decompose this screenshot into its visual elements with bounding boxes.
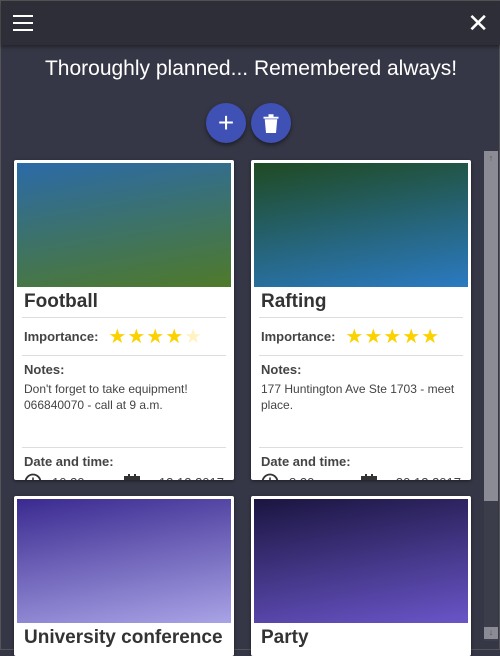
star-icon[interactable]: ★ [146, 326, 165, 348]
add-button[interactable]: + [206, 103, 246, 143]
star-icon[interactable]: ★ [421, 326, 440, 348]
event-title: Football [24, 291, 98, 312]
importance-label: Importance: [261, 329, 336, 344]
rating-stars[interactable]: ★★★★★ [108, 324, 203, 349]
notes-text: 177 Huntington Ave Ste 1703 - meet place… [261, 382, 455, 412]
menu-icon[interactable] [13, 15, 33, 31]
page-title: Thoroughly planned... Remembered always! [44, 57, 458, 80]
star-icon[interactable]: ★ [184, 326, 203, 348]
star-icon[interactable]: ★ [127, 326, 146, 348]
star-icon[interactable]: ★ [402, 326, 421, 348]
event-time: 10:30 [52, 475, 124, 481]
event-image [17, 163, 231, 287]
delete-button[interactable] [251, 103, 291, 143]
calendar-icon [361, 473, 377, 480]
event-date: 12.12.2017 [159, 475, 224, 481]
notes-text: Don't forget to take equipment! 06684007… [24, 382, 188, 412]
scroll-down-icon[interactable]: ↓ [484, 627, 498, 639]
datetime-label: Date and time: [261, 454, 351, 469]
star-icon[interactable]: ★ [383, 326, 402, 348]
event-card[interactable]: Football Importance: ★★★★★ Notes: Don't for… [14, 160, 234, 480]
event-title: Rafting [261, 291, 327, 312]
top-bar: ✕ [1, 1, 500, 45]
scrollbar[interactable]: ↑ ↓ [484, 151, 498, 641]
notes-label: Notes: [261, 362, 302, 377]
event-image [254, 163, 468, 287]
clock-icon [24, 473, 42, 480]
event-image [254, 499, 468, 623]
star-icon[interactable]: ★ [345, 326, 364, 348]
plus-icon: + [217, 107, 235, 138]
event-card[interactable]: Rafting Importance: ★★★★★ Notes: 177 Huntin… [251, 160, 471, 480]
notes-label: Notes: [24, 362, 65, 377]
datetime-label: Date and time: [24, 454, 114, 469]
event-time: 8:20 [289, 475, 361, 481]
star-icon[interactable]: ★ [165, 326, 184, 348]
importance-label: Importance: [24, 329, 99, 344]
event-date: 30.12.2017 [396, 475, 461, 481]
rating-stars[interactable]: ★★★★★ [345, 324, 440, 349]
clock-icon [261, 473, 279, 480]
event-card[interactable]: University conference [14, 496, 234, 656]
event-image [17, 499, 231, 623]
close-icon[interactable]: ✕ [467, 9, 489, 37]
scrollbar-thumb[interactable] [484, 151, 498, 501]
trash-icon [263, 114, 279, 133]
star-icon[interactable]: ★ [364, 326, 383, 348]
star-icon[interactable]: ★ [108, 326, 127, 348]
scroll-up-icon[interactable]: ↑ [484, 153, 498, 165]
event-card[interactable]: Party [251, 496, 471, 656]
event-title: University conference [24, 627, 223, 648]
calendar-icon [124, 473, 140, 480]
event-title: Party [261, 627, 309, 648]
